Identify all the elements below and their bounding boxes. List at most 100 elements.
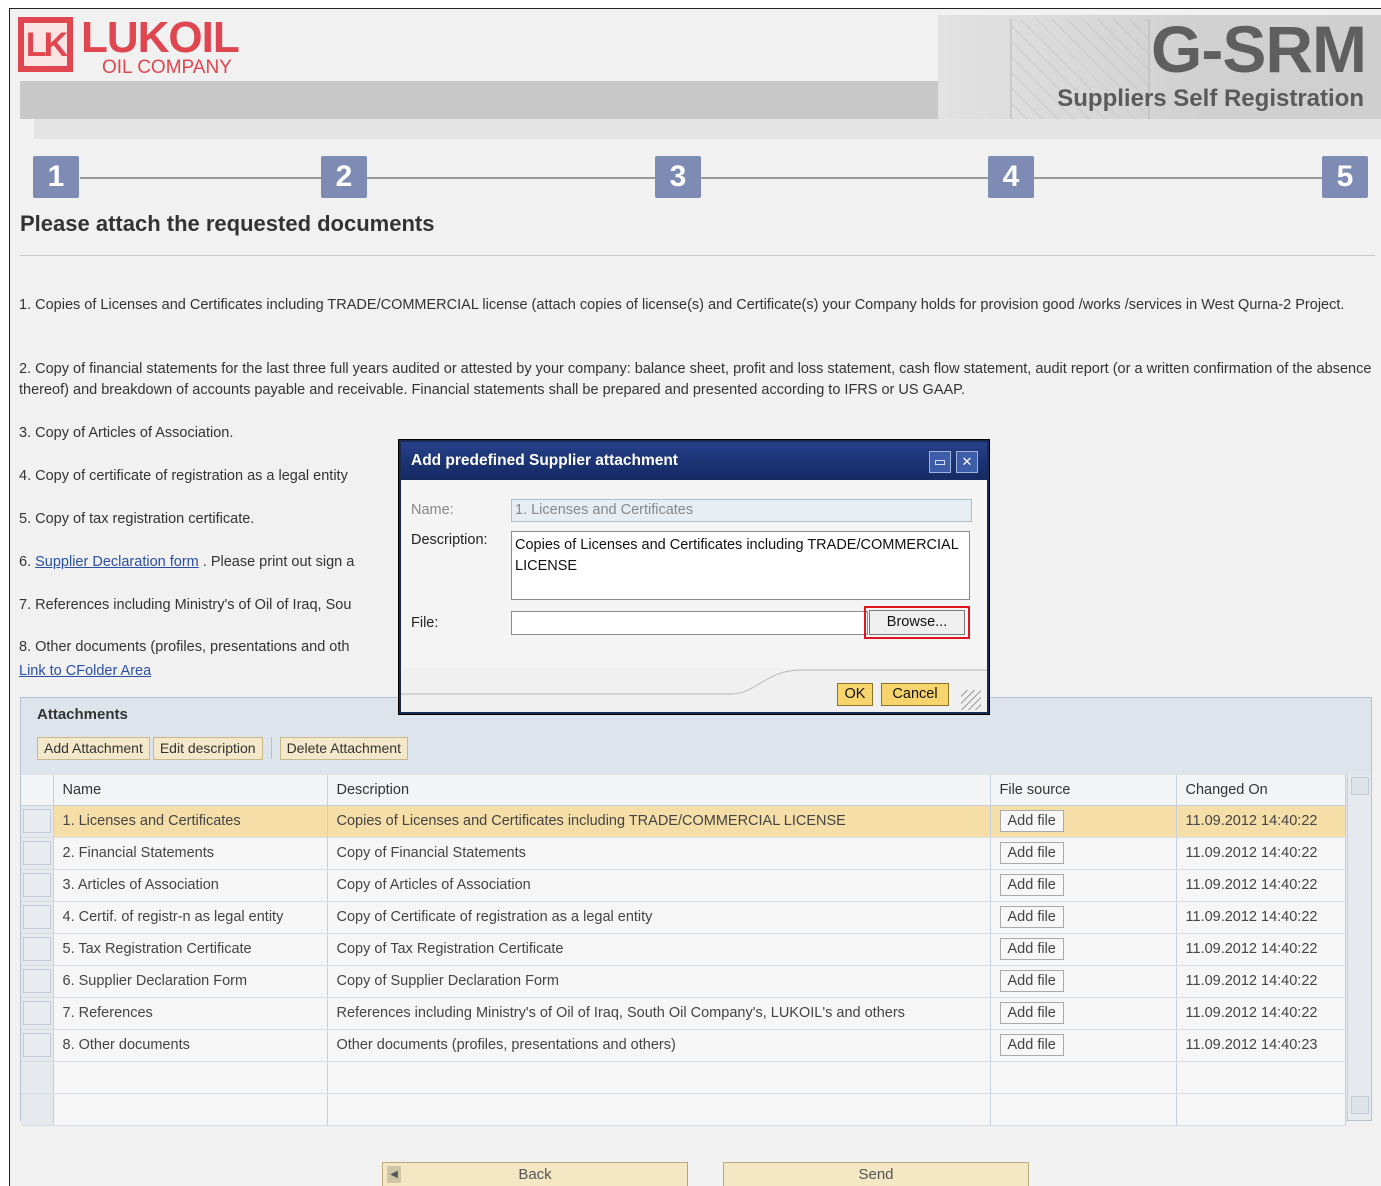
- add-file-button[interactable]: Add file: [999, 938, 1064, 960]
- row-selector[interactable]: [21, 901, 54, 934]
- header-band-lower: [34, 119, 1381, 139]
- row-select-box[interactable]: [23, 841, 51, 865]
- row-file-source: Add file: [990, 933, 1177, 966]
- file-path-input[interactable]: [511, 611, 868, 635]
- back-arrow-icon: ◀: [387, 1166, 401, 1183]
- row-file-source: Add file: [990, 869, 1177, 902]
- scroll-up-icon[interactable]: [1351, 777, 1369, 795]
- empty-cell: [327, 1093, 991, 1126]
- instruction-6-suffix: . Please print out sign a: [198, 554, 355, 570]
- column-header-changed-on[interactable]: Changed On: [1176, 775, 1346, 806]
- send-button[interactable]: Send: [723, 1162, 1029, 1186]
- add-file-button[interactable]: Add file: [999, 970, 1064, 992]
- column-header-description[interactable]: Description: [327, 775, 991, 806]
- step-5: 5: [1322, 156, 1368, 198]
- row-selector[interactable]: [21, 965, 54, 998]
- row-select-box[interactable]: [23, 1033, 51, 1057]
- attachments-toolbar: Add Attachment Edit description Delete A…: [37, 736, 408, 760]
- close-icon[interactable]: ✕: [956, 451, 978, 473]
- add-file-button[interactable]: Add file: [999, 874, 1064, 896]
- table-row[interactable]: 8. Other documents Other documents (prof…: [21, 1029, 1346, 1062]
- row-select-box[interactable]: [23, 937, 51, 961]
- add-attachment-button[interactable]: Add Attachment: [37, 736, 150, 760]
- row-changed-on: 11.09.2012 14:40:22: [1176, 933, 1346, 966]
- cfolder-link[interactable]: Link to CFolder Area: [19, 663, 151, 679]
- logo-name: LUKOIL: [81, 13, 240, 62]
- empty-cell: [53, 1093, 328, 1126]
- row-changed-on: 11.09.2012 14:40:22: [1176, 805, 1346, 838]
- delete-attachment-button[interactable]: Delete Attachment: [279, 736, 408, 760]
- add-file-button[interactable]: Add file: [999, 810, 1064, 832]
- attachments-panel: Attachments Add Attachment Edit descript…: [20, 697, 1372, 1126]
- row-name: 3. Articles of Association: [53, 869, 328, 902]
- row-select-box[interactable]: [23, 873, 51, 897]
- table-row[interactable]: 2. Financial Statements Copy of Financia…: [21, 837, 1346, 870]
- edit-description-button[interactable]: Edit description: [152, 736, 263, 760]
- column-header-name[interactable]: Name: [53, 775, 328, 806]
- steps-progress-line: [80, 177, 1325, 179]
- row-select-box[interactable]: [23, 969, 51, 993]
- empty-cell: [990, 1093, 1177, 1126]
- dialog-title: Add predefined Supplier attachment: [411, 452, 678, 469]
- column-header-file-source[interactable]: File source: [990, 775, 1177, 806]
- empty-row: [21, 1093, 1346, 1126]
- row-selector[interactable]: [21, 933, 54, 966]
- back-button[interactable]: ◀ Back: [382, 1162, 688, 1186]
- vertical-scrollbar[interactable]: [1347, 775, 1371, 1120]
- add-file-button[interactable]: Add file: [999, 1002, 1064, 1024]
- header: LK LUKOIL OIL COMPANY G-SRM Suppliers Se…: [10, 9, 1381, 139]
- send-label: Send: [858, 1166, 894, 1183]
- row-description: Copy of Certificate of registration as a…: [327, 901, 991, 934]
- cancel-button[interactable]: Cancel: [881, 683, 949, 706]
- row-selector[interactable]: [21, 1029, 54, 1062]
- browse-button[interactable]: Browse...: [869, 610, 965, 635]
- row-description: References including Ministry's of Oil o…: [327, 997, 991, 1030]
- row-changed-on: 11.09.2012 14:40:22: [1176, 997, 1346, 1030]
- instruction-1: 1. Copies of Licenses and Certificates i…: [19, 297, 1345, 313]
- table-row[interactable]: 4. Certif. of registr-n as legal entity …: [21, 901, 1346, 934]
- resize-grip-icon[interactable]: [961, 690, 981, 710]
- select-all-header[interactable]: [21, 775, 54, 806]
- row-changed-on: 11.09.2012 14:40:22: [1176, 837, 1346, 870]
- row-selector[interactable]: [21, 805, 54, 838]
- table-row[interactable]: 1. Licenses and Certificates Copies of L…: [21, 805, 1346, 838]
- row-select-box[interactable]: [23, 1001, 51, 1025]
- file-label: File:: [411, 615, 439, 631]
- table-row[interactable]: 7. References References including Minis…: [21, 997, 1346, 1030]
- row-file-source: Add file: [990, 901, 1177, 934]
- name-label: Name:: [411, 502, 454, 518]
- back-label: Back: [518, 1166, 552, 1183]
- description-field[interactable]: Copies of Licenses and Certificates incl…: [511, 531, 970, 600]
- row-changed-on: 11.09.2012 14:40:22: [1176, 869, 1346, 902]
- maximize-icon[interactable]: ▭: [929, 451, 951, 473]
- attachments-title: Attachments: [37, 706, 128, 723]
- app-title: G-SRM: [1151, 12, 1367, 86]
- table-row[interactable]: 5. Tax Registration Certificate Copy of …: [21, 933, 1346, 966]
- add-file-button[interactable]: Add file: [999, 906, 1064, 928]
- add-file-button[interactable]: Add file: [999, 842, 1064, 864]
- row-selector[interactable]: [21, 997, 54, 1030]
- row-name: 5. Tax Registration Certificate: [53, 933, 328, 966]
- row-name: 8. Other documents: [53, 1029, 328, 1062]
- table-row[interactable]: 3. Articles of Association Copy of Artic…: [21, 869, 1346, 902]
- row-changed-on: 11.09.2012 14:40:22: [1176, 965, 1346, 998]
- row-select-box[interactable]: [23, 809, 51, 833]
- row-description: Copy of Financial Statements: [327, 837, 991, 870]
- row-selector[interactable]: [21, 837, 54, 870]
- table-row[interactable]: 6. Supplier Declaration Form Copy of Sup…: [21, 965, 1346, 998]
- row-description: Copy of Supplier Declaration Form: [327, 965, 991, 998]
- toolbar-separator: [270, 737, 272, 759]
- row-select-box[interactable]: [23, 905, 51, 929]
- row-name: 7. References: [53, 997, 328, 1030]
- add-file-button[interactable]: Add file: [999, 1034, 1064, 1056]
- row-selector[interactable]: [21, 869, 54, 902]
- row-selector: [21, 1093, 54, 1126]
- row-file-source: Add file: [990, 965, 1177, 998]
- scroll-down-icon[interactable]: [1351, 1096, 1369, 1114]
- empty-cell: [53, 1061, 328, 1094]
- dialog-titlebar[interactable]: Add predefined Supplier attachment ▭ ✕: [401, 442, 987, 480]
- empty-cell: [327, 1061, 991, 1094]
- supplier-declaration-link[interactable]: Supplier Declaration form: [35, 554, 199, 570]
- ok-button[interactable]: OK: [837, 683, 873, 706]
- row-changed-on: 11.09.2012 14:40:22: [1176, 901, 1346, 934]
